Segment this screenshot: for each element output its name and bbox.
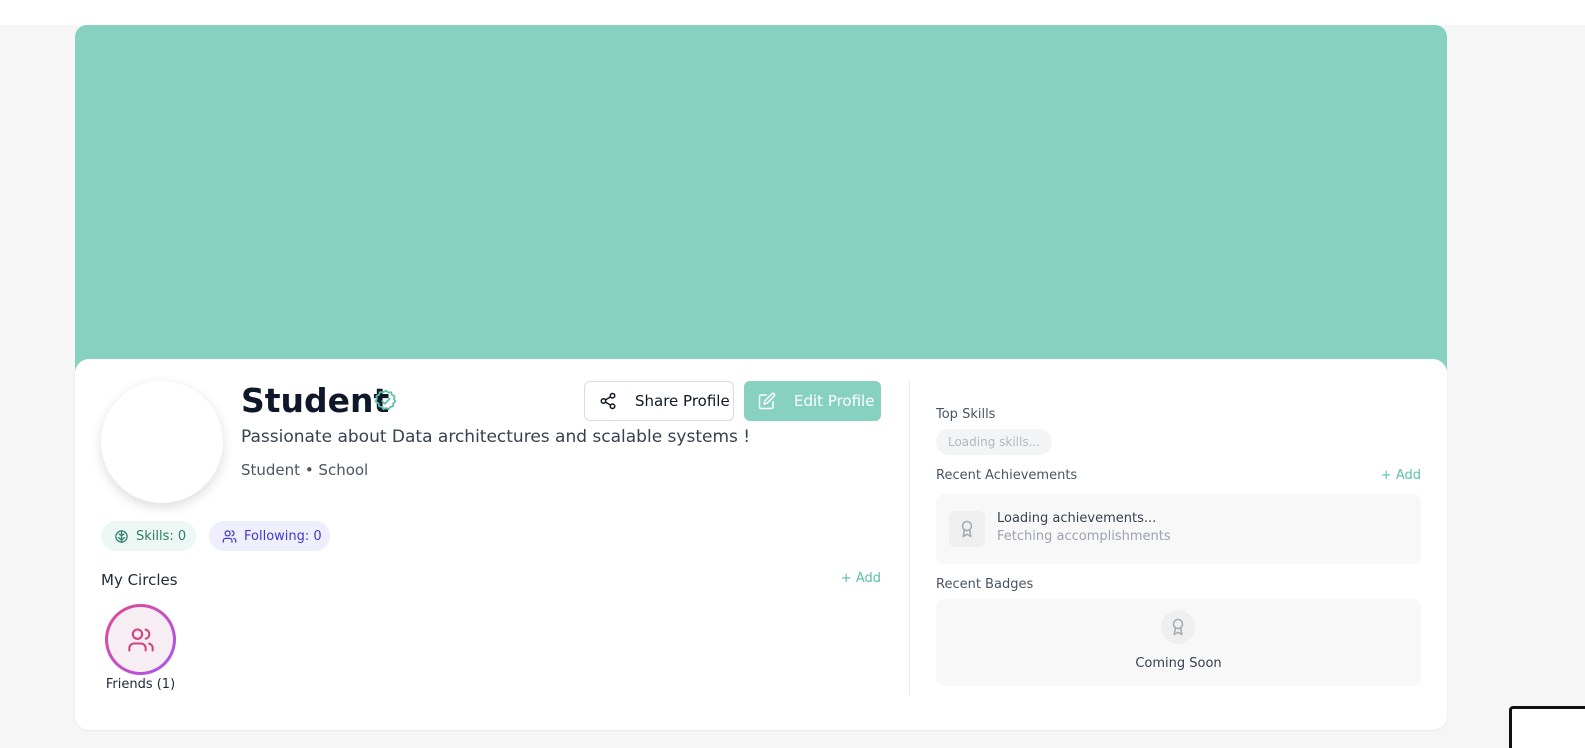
users-icon <box>222 529 237 543</box>
recent-badges-title: Recent Badges <box>936 577 1034 592</box>
edit-icon <box>758 392 776 410</box>
circle-friends-label: Friends (1) <box>105 677 176 692</box>
badge-icon-container <box>1161 610 1195 644</box>
edit-profile-button[interactable]: Edit Profile <box>744 381 881 421</box>
cover-banner <box>75 25 1447 370</box>
profile-name: Student <box>241 381 390 420</box>
award-icon-container <box>949 511 985 547</box>
following-count-chip[interactable]: Following: 0 <box>209 521 330 551</box>
floating-widget-frame[interactable] <box>1509 706 1585 748</box>
skills-count-label: Skills: 0 <box>136 528 187 544</box>
share-profile-label: Share Profile <box>635 392 730 410</box>
top-bar <box>0 0 1585 25</box>
verified-badge-icon <box>374 389 397 411</box>
avatar[interactable] <box>101 381 223 503</box>
award-icon <box>961 520 973 538</box>
badges-box: Coming Soon <box>936 599 1421 686</box>
award-icon <box>1172 618 1184 636</box>
skills-loading-pill: Loading skills... <box>936 429 1052 455</box>
users-icon <box>127 627 154 652</box>
skills-count-chip[interactable]: Skills: 0 <box>101 521 196 551</box>
achievements-loading-title: Loading achievements... <box>997 511 1157 526</box>
badges-status: Coming Soon <box>1135 656 1222 671</box>
achievements-loading-box: Loading achievements... Fetching accompl… <box>936 494 1421 564</box>
profile-bio: Passionate about Data architectures and … <box>241 427 751 447</box>
share-profile-button[interactable]: Share Profile <box>584 381 734 421</box>
following-count-label: Following: 0 <box>244 528 322 544</box>
top-skills-title: Top Skills <box>936 407 996 422</box>
add-circle-link[interactable]: + Add <box>841 571 881 586</box>
recent-achievements-title: Recent Achievements <box>936 468 1078 483</box>
achievements-loading-subtitle: Fetching accomplishments <box>997 529 1171 544</box>
my-circles-title: My Circles <box>101 571 178 589</box>
profile-meta: Student • School <box>241 461 369 479</box>
edit-profile-label: Edit Profile <box>794 392 875 410</box>
profile-card: Student Passionate about Data architectu… <box>75 359 1447 730</box>
brain-icon <box>115 529 128 543</box>
column-divider <box>909 381 910 695</box>
share-icon <box>600 392 616 410</box>
add-achievement-link[interactable]: + Add <box>1381 468 1421 483</box>
circle-friends-inner <box>108 607 173 672</box>
circle-friends[interactable] <box>105 604 176 675</box>
